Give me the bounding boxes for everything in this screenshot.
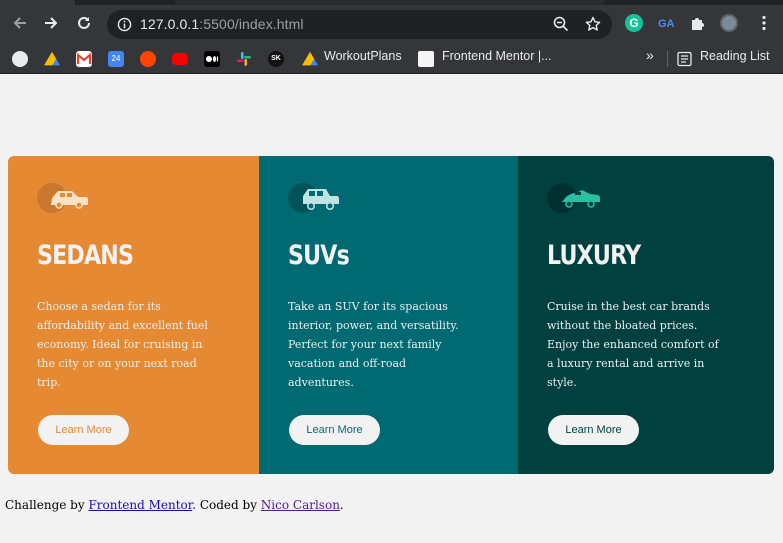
sk-icon[interactable]: SK [268,51,284,67]
sedan-car-icon [37,183,88,213]
browser-menu-button[interactable] [755,14,773,32]
calendar-icon[interactable]: 24 [108,51,124,67]
url-path: :5500/index.html [199,16,304,32]
translate-icon: GA [658,18,675,30]
bookmark-frontend-mentor[interactable]: Frontend Mentor |... [442,49,552,63]
reload-icon [78,16,90,29]
globe-icon[interactable] [12,51,28,67]
card-luxury: Luxury Cruise in the best car brands wit… [518,156,774,474]
card-suvs: SUVs Take an SUV for its spacious interi… [259,156,518,474]
bookmarks-bar: 24 SK WorkoutPlans Frontend Mentor |... … [0,44,783,74]
more-vert-icon [762,15,766,31]
bookmark-star-icon[interactable] [585,16,601,32]
attribution: Challenge by Frontend Mentor. Coded by N… [5,498,344,512]
car-cards: Sedans Choose a sedan for its affordabil… [8,156,774,474]
info-icon[interactable] [117,17,132,32]
svg-text:GA: GA [658,18,675,30]
back-button[interactable] [10,13,30,33]
learn-more-button[interactable]: Learn More [289,415,380,445]
google-drive-icon[interactable] [44,51,60,66]
medium-icon[interactable] [204,51,220,67]
forward-button[interactable] [41,13,61,33]
learn-more-button[interactable]: Learn More [38,415,129,445]
translate-extension-icon[interactable]: GA [657,14,675,32]
slack-icon[interactable] [236,51,252,67]
extensions-puzzle-icon[interactable] [689,14,707,32]
tab-strip [0,0,783,5]
slack-hash-icon [237,52,251,66]
google-drive-icon[interactable] [302,51,318,66]
profile-avatar[interactable] [720,14,738,32]
card-description: Take an SUV for its spacious interior, p… [288,300,459,389]
attribution-middle: . Coded by [192,498,261,512]
suv-car-icon [288,183,339,213]
reading-list-label[interactable]: Reading List [700,49,770,63]
youtube-icon[interactable] [172,53,188,65]
reading-list-icon[interactable] [677,51,692,67]
reload-button[interactable] [74,13,94,33]
reddit-icon[interactable] [140,51,156,67]
gmail-icon[interactable] [76,51,92,67]
more-bookmarks-button[interactable]: » [646,47,654,63]
zoom-out-icon[interactable] [553,16,569,32]
card-title: Luxury [547,240,641,271]
bookmarks-divider [667,51,668,67]
address-bar[interactable]: 127.0.0.1:5500/index.html [107,10,612,39]
puzzle-icon [692,18,704,30]
card-sedans: Sedans Choose a sedan for its affordabil… [8,156,259,474]
gmail-m-icon [76,52,92,64]
frontend-mentor-icon[interactable] [418,51,434,67]
grammarly-extension-icon[interactable]: G [625,14,643,32]
tab-edge-left[interactable] [0,0,75,5]
arrow-right-icon [45,17,58,29]
luxury-car-icon [547,183,600,213]
url-host: 127.0.0.1 [140,16,200,32]
attribution-prefix: Challenge by [5,498,89,512]
medium-dots-icon [206,56,219,62]
learn-more-button[interactable]: Learn More [548,415,639,445]
attribution-suffix: . [339,498,344,512]
url-text[interactable]: 127.0.0.1:5500/index.html [140,16,304,32]
card-description: Cruise in the best car brands without th… [547,300,719,389]
arrow-left-icon [13,17,26,29]
card-title: SUVs [288,240,350,271]
browser-toolbar: 127.0.0.1:5500/index.html G GA [0,0,783,44]
card-title: Sedans [37,240,134,271]
frontend-mentor-link[interactable]: Frontend Mentor [88,498,192,512]
active-tab-edge[interactable] [175,0,605,5]
author-link[interactable]: Nico Carlson [261,498,340,512]
card-description: Choose a sedan for its affordability and… [37,300,208,389]
bookmark-workoutplans[interactable]: WorkoutPlans [324,49,402,63]
